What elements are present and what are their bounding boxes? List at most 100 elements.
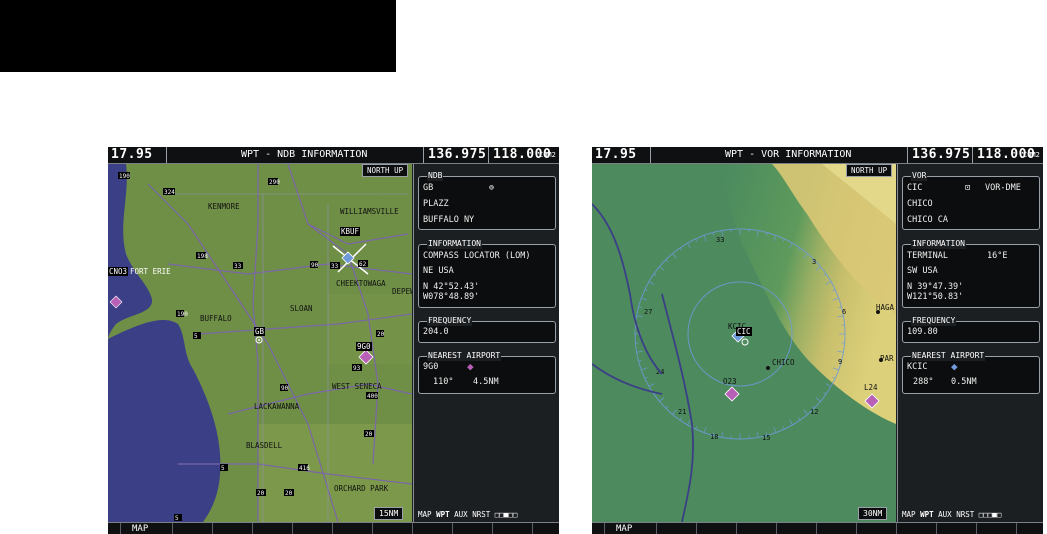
map-label-orchard-park: ORCHARD PARK	[334, 484, 389, 493]
svg-text:198: 198	[197, 253, 208, 260]
softkey-bar: MAP	[592, 522, 1043, 534]
svg-text:6: 6	[842, 308, 846, 316]
ndb-longitude: W078°48.89'	[423, 292, 480, 302]
svg-text:5: 5	[194, 333, 198, 340]
black-header-bar	[0, 0, 396, 72]
page-group-map: MAP	[902, 510, 916, 519]
vor-type: VOR-DME	[985, 183, 1021, 193]
svg-text:21: 21	[678, 408, 686, 416]
svg-text:20: 20	[377, 331, 385, 338]
vor-region: SW USA	[907, 266, 938, 276]
svg-text:33: 33	[716, 236, 724, 244]
ndb-symbol-icon: ⊚	[489, 183, 495, 193]
svg-text:18: 18	[710, 433, 718, 441]
top-bar: 17.95 WPT - NDB INFORMATION 136.975 118.…	[108, 147, 559, 164]
com-standby-frequency[interactable]: 136.975	[912, 147, 970, 163]
map-label-depew: DEPEW	[392, 287, 412, 296]
moving-map[interactable]: 190 324 290 198 33 90 33 62 190 5 20 93 …	[108, 164, 412, 522]
ndb-ident[interactable]: GB	[423, 183, 433, 194]
map-range[interactable]: 15NM	[374, 507, 404, 520]
map-label-9g0[interactable]: 9G0	[356, 342, 372, 351]
map-label-lackawanna: LACKAWANNA	[254, 402, 300, 411]
svg-text:90: 90	[311, 262, 319, 269]
svg-text:190: 190	[177, 311, 188, 318]
map-label-kbuf[interactable]: KBUF	[340, 227, 361, 236]
frequency-box: FREQUENCY 109.80	[902, 316, 1040, 343]
ndb-region: NE USA	[423, 266, 454, 276]
svg-text:190: 190	[119, 173, 130, 180]
svg-text:27: 27	[644, 308, 652, 316]
page-title: WPT - NDB INFORMATION	[241, 149, 368, 160]
svg-text:62: 62	[359, 261, 367, 268]
frequency-box: FREQUENCY 204.0	[418, 316, 556, 343]
map-label-cno3[interactable]: CNO3	[108, 267, 129, 276]
information-box: INFORMATION COMPASS LOCATOR (LOM) NE USA…	[418, 239, 556, 308]
vor-longitude: W121°50.83'	[907, 292, 964, 302]
softkey-map[interactable]: MAP	[616, 523, 632, 534]
nearest-airport-box: NEAREST AIRPORT 9G0 ◆ 110° 4.5NM	[418, 351, 556, 394]
svg-text:416: 416	[299, 465, 310, 472]
nearest-airport-distance: 4.5NM	[473, 377, 499, 387]
softkey-map[interactable]: MAP	[132, 523, 148, 534]
nearest-airport-bearing: 288°	[913, 377, 934, 387]
ndb-type: COMPASS LOCATOR (LOM)	[423, 251, 531, 261]
svg-text:12: 12	[810, 408, 818, 416]
nearest-airport-bearing: 110°	[433, 377, 454, 387]
ndb-name: PLAZZ	[423, 199, 449, 209]
nearest-airport-ident[interactable]: KCIC	[907, 362, 927, 373]
map-range[interactable]: 30NM	[858, 507, 888, 520]
vor-name: CHICO	[907, 199, 933, 209]
page-dots-icon: □□■□□	[494, 510, 518, 519]
ndb-box: NDB GB ⊚ PLAZZ BUFFALO NY	[418, 171, 556, 230]
svg-text:9: 9	[838, 358, 842, 366]
svg-text:15: 15	[762, 434, 770, 442]
page-group-wpt: WPT	[436, 510, 450, 519]
waypoint-info-panel: NDB GB ⊚ PLAZZ BUFFALO NY INFORMATION CO…	[413, 164, 559, 522]
svg-text:93: 93	[353, 365, 361, 372]
vor-box-title: VOR	[911, 171, 928, 181]
map-label-chico: CHICO	[772, 358, 795, 367]
svg-text:90: 90	[281, 385, 289, 392]
nav-frequency: 17.95	[111, 147, 153, 162]
vor-symbol-icon: ⊡	[965, 183, 971, 193]
svg-text:33: 33	[234, 263, 242, 270]
terrain-map-graphic: 33 27 24 21 18 15 12 9 6 3	[592, 164, 896, 522]
map-label-cheektowaga: CHEEKTOWAGA	[336, 279, 386, 288]
com-label: COM2	[539, 151, 556, 159]
vor-ident[interactable]: CIC	[907, 183, 922, 194]
softkey-bar: MAP	[108, 522, 559, 534]
mfd-screen-vor: 17.95 WPT - VOR INFORMATION 136.975 118.…	[592, 147, 1043, 534]
ndb-box-title: NDB	[427, 171, 444, 181]
svg-text:33: 33	[331, 263, 339, 270]
airport-symbol-icon: ◆	[467, 360, 474, 373]
svg-text:20: 20	[285, 490, 293, 497]
svg-text:324: 324	[164, 189, 175, 196]
nearest-airport-box-title: NEAREST AIRPORT	[427, 351, 502, 361]
com-standby-frequency[interactable]: 136.975	[428, 147, 486, 163]
com-label: COM2	[1023, 151, 1040, 159]
page-dots-icon: □□□■□	[978, 510, 1002, 519]
information-box: INFORMATION TERMINAL 16°E SW USA N 39°47…	[902, 239, 1040, 308]
airport-symbol-icon: ◆	[951, 360, 958, 373]
vor-box: VOR CIC ⊡ VOR-DME CHICO CHICO CA	[902, 171, 1040, 230]
page-title: WPT - VOR INFORMATION	[725, 149, 852, 160]
svg-text:290: 290	[269, 179, 280, 186]
page-group-aux: AUX	[454, 510, 468, 519]
mfd-screen-ndb: 17.95 WPT - NDB INFORMATION 136.975 118.…	[108, 147, 559, 534]
map-orientation[interactable]: NORTH UP	[846, 164, 893, 177]
nearest-airport-ident[interactable]: 9G0	[423, 362, 438, 373]
map-label-sloan: SLOAN	[290, 304, 313, 313]
map-label-o23: O23	[723, 377, 737, 386]
map-label-par: PAR	[880, 354, 894, 363]
information-box-title: INFORMATION	[911, 239, 966, 249]
frequency-box-title: FREQUENCY	[911, 316, 957, 326]
vor-city: CHICO CA	[907, 215, 948, 225]
svg-text:5: 5	[221, 465, 225, 472]
map-label-gb[interactable]: GB	[254, 327, 266, 336]
map-orientation[interactable]: NORTH UP	[362, 164, 409, 177]
map-label-cic[interactable]: CIC	[736, 327, 752, 336]
nearest-airport-distance: 0.5NM	[951, 377, 977, 387]
map-label-buffalo: BUFFALO	[200, 314, 232, 323]
ndb-city: BUFFALO NY	[423, 215, 475, 225]
moving-map[interactable]: 33 27 24 21 18 15 12 9 6 3 NORTH UP CIC …	[592, 164, 896, 522]
